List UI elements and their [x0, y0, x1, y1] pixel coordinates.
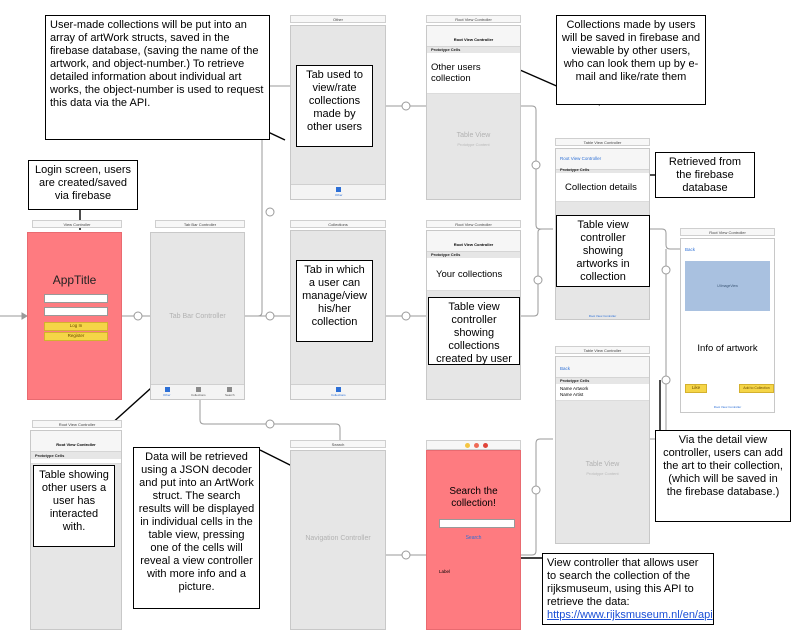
search-nav-center-label: Navigation Controller: [305, 535, 371, 542]
note-table-other-users: Table showing other users a user has int…: [33, 465, 115, 547]
username-field[interactable]: [44, 294, 108, 303]
tab-collections[interactable]: Collections: [331, 393, 346, 397]
prototype-cell: Your collections: [427, 258, 520, 291]
info-scene-title: Root View Controller: [680, 228, 775, 236]
prototype-cells-label: Prototype Cells: [35, 453, 65, 458]
tab-other-icon[interactable]: [336, 187, 341, 192]
tab-collections[interactable]: Collections: [191, 393, 206, 397]
other-scene-title: Other: [290, 15, 386, 23]
note-tv-created: Table view controller showing collection…: [428, 297, 520, 365]
prototype-cell: Name Artwork Name Artist: [556, 384, 649, 401]
detail-bottom-scene-title: Table View Controller: [555, 346, 650, 354]
note-tab-manage: Tab in which a user can manage/view his/…: [296, 260, 373, 342]
note-search-vc-text: View controller that allows user to sear…: [547, 557, 699, 608]
dock-dot-icon: [465, 443, 470, 448]
navbar: Back: [556, 357, 649, 378]
prototype-cells-label: Prototype Cells: [560, 167, 590, 172]
detail-bottom-scene: Back Prototype Cells Name Artwork Name A…: [555, 356, 650, 544]
prototype-content-label: Prototype Content: [586, 471, 619, 476]
login-scene: AppTitle Log In Register: [27, 232, 122, 400]
prototype-cells-label: Prototype Cells: [431, 47, 461, 52]
note-collections-firebase: Collections made by users will be saved …: [556, 15, 706, 105]
name-artwork-label: Name Artwork: [560, 386, 589, 391]
collections-scene-title: Collections: [290, 220, 386, 228]
login-button[interactable]: Log In: [44, 322, 108, 331]
note-json-decoder: Data will be retrieved using a JSON deco…: [133, 447, 260, 609]
nav-title: Root View Controller: [453, 242, 494, 247]
root-link[interactable]: Root View Controller: [556, 314, 649, 318]
navbar: Root View Controller: [31, 431, 121, 452]
artwork-image: UIImageView: [685, 261, 770, 311]
add-to-collection-button[interactable]: Add to Collection: [739, 384, 774, 393]
tab-bar: Other Collections Search: [151, 384, 244, 399]
prototype-cells-label: Prototype Cells: [560, 378, 590, 383]
prototype-cell: Collection details: [556, 173, 649, 202]
root-top-scene: Root View Controller Prototype Cells Oth…: [426, 25, 521, 200]
note-retrieved: Retrieved from the firebase database: [655, 152, 755, 198]
tab-bar: Other: [291, 184, 385, 199]
tabbar-scene-title: Tab Bar Controller: [155, 220, 245, 228]
table-view-label: Table View: [585, 461, 620, 468]
search-vc-titlebar: [426, 440, 521, 450]
table-view-label: Table View: [456, 132, 491, 139]
root-top-scene-title: Root View Controller: [426, 15, 521, 23]
tab-search[interactable]: Search: [225, 393, 235, 397]
tabbar-scene: Tab Bar Controller Other Collections Sea…: [150, 232, 245, 400]
note-search-vc: View controller that allows user to sear…: [542, 553, 714, 625]
nav-title: Root View Controller: [453, 37, 494, 42]
result-label: Label: [439, 569, 451, 574]
tab-collections-icon[interactable]: [336, 387, 341, 392]
search-vc-scene: Search the collection! Search Label: [426, 450, 521, 630]
note-user-made-collections: User-made collections will be put into a…: [45, 15, 270, 140]
prototype-cell: [31, 459, 121, 464]
name-artist-label: Name Artist: [560, 392, 584, 397]
navbar: Root View Controller: [427, 231, 520, 252]
password-field[interactable]: [44, 307, 108, 316]
login-scene-title: View Controller: [32, 220, 122, 228]
note-tv-artworks: Table view controller showing artworks i…: [556, 215, 650, 287]
tab-other[interactable]: Other: [335, 193, 343, 197]
tabbar-center-label: Tab Bar Controller: [169, 313, 226, 320]
root-mid-scene-title: Root View Controller: [426, 220, 521, 228]
your-collections-text: Your collections: [436, 269, 503, 280]
collection-details-text: Collection details: [565, 182, 637, 193]
navbar: Root View Controller: [427, 26, 520, 47]
register-button[interactable]: Register: [44, 332, 108, 341]
back-link[interactable]: Root View Controller: [560, 156, 601, 161]
search-button[interactable]: Search: [427, 535, 520, 541]
detail-top-scene-title: Table View Controller: [555, 138, 650, 146]
prototype-cells-label: Prototype Cells: [431, 252, 461, 257]
root-link[interactable]: Root View Controller: [681, 405, 774, 409]
note-login-screen: Login screen, users are created/saved vi…: [28, 160, 138, 210]
search-heading: Search the collection!: [449, 486, 498, 509]
prototype-cell: Other users collection: [427, 53, 520, 94]
note-detail-add: Via the detail view controller, users ca…: [655, 430, 791, 522]
app-title: AppTitle: [52, 273, 97, 287]
tab-other-icon[interactable]: [165, 387, 170, 392]
other-users-collection-text: Other users collection: [431, 62, 481, 84]
search-scene-title: Search: [290, 440, 386, 448]
tab-bar: Collections: [291, 384, 385, 399]
info-scene: Back UIImageView Info of artwork Like Ad…: [680, 238, 775, 413]
back-link[interactable]: Back: [685, 247, 695, 252]
tab-collections-icon[interactable]: [196, 387, 201, 392]
search-nav-scene: Navigation Controller: [290, 450, 386, 630]
prototype-content-label: Prototype Content: [457, 142, 490, 147]
like-button[interactable]: Like: [685, 384, 707, 393]
note-tab-other: Tab used to view/rate collections made b…: [296, 65, 373, 147]
tab-search-icon[interactable]: [227, 387, 232, 392]
api-link[interactable]: https://www.rijksmuseum.nl/en/api: [547, 609, 713, 621]
tab-other[interactable]: Other: [163, 393, 171, 397]
back-link[interactable]: Back: [560, 366, 570, 371]
info-of-artwork-text: Info of artwork: [697, 343, 758, 354]
dock-dot-icon: [474, 443, 479, 448]
root-small-scene-title: Root View Controller: [32, 420, 122, 428]
search-input[interactable]: [439, 519, 515, 528]
dock-dot-icon: [483, 443, 488, 448]
nav-title: Root View Controller: [56, 442, 96, 447]
